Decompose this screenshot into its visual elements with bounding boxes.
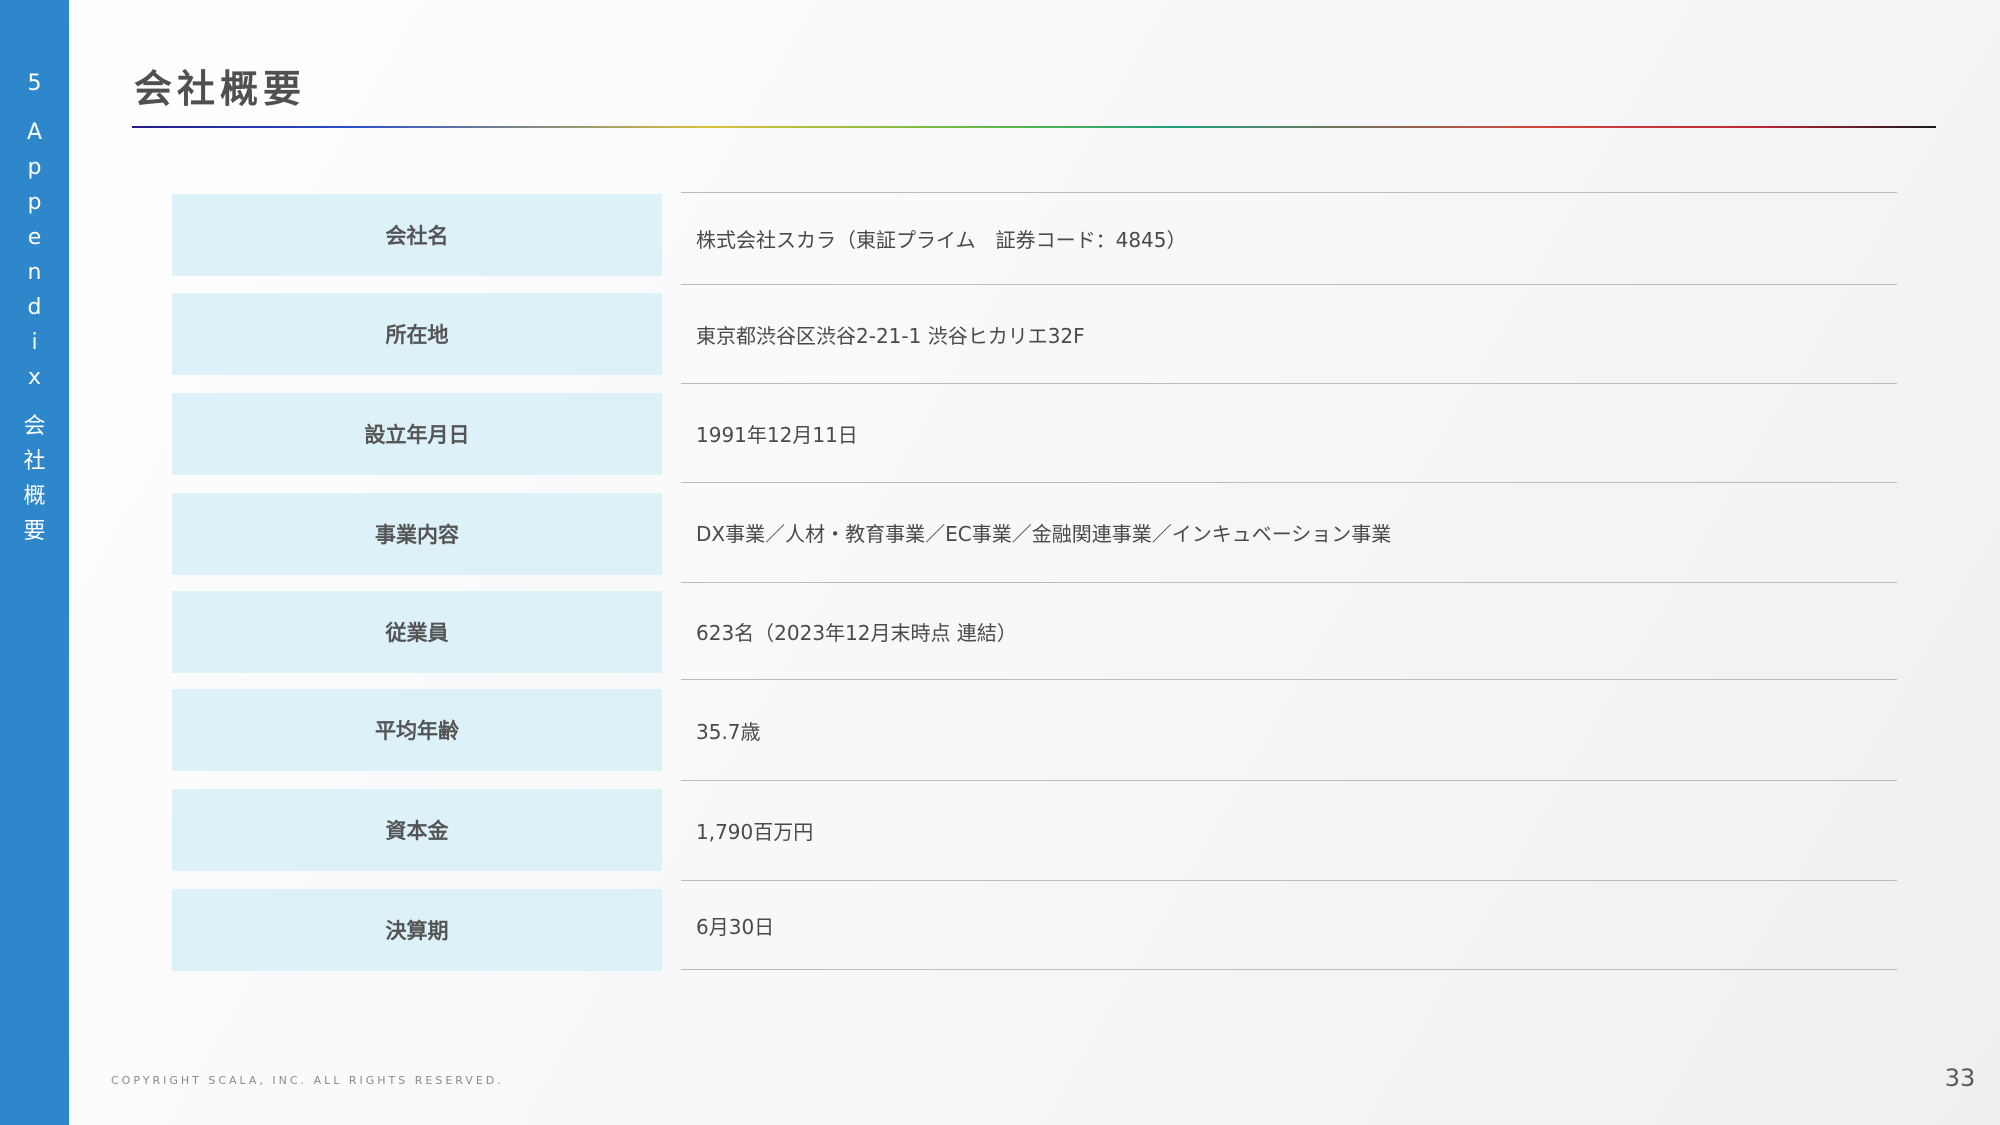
section-name-char: n — [27, 260, 42, 285]
row-value-address: 東京都渋谷区渋谷2-21-1 渋谷ヒカリエ32F — [681, 284, 1897, 383]
section-name-char: p — [27, 155, 42, 180]
row-value-average-age: 35.7歳 — [681, 679, 1897, 780]
row-value-fiscal-year-end: 6月30日 — [681, 880, 1897, 969]
section-name-char: e — [27, 225, 42, 250]
row-label-company-name: 会社名 — [172, 194, 662, 276]
page-number: 33 — [1944, 1064, 1976, 1092]
sidebar: 5 A p p e n d i x 会 社 概 要 — [0, 0, 69, 1125]
row-label-average-age: 平均年齢 — [172, 689, 662, 771]
row-label-employees: 従業員 — [172, 591, 662, 673]
row-label-founded: 設立年月日 — [172, 393, 662, 475]
row-value-capital: 1,790百万円 — [681, 780, 1897, 880]
row-label-address: 所在地 — [172, 293, 662, 375]
table-bottom-divider — [681, 969, 1897, 970]
section-name-char: A — [26, 120, 43, 145]
section-name-char: i — [31, 330, 38, 355]
row-value-business: DX事業／人材・教育事業／EC事業／金融関連事業／インキュベーション事業 — [681, 482, 1897, 582]
section-name-char: p — [27, 190, 42, 215]
row-label-fiscal-year-end: 決算期 — [172, 889, 662, 971]
section-number: 5 — [27, 71, 42, 96]
section-title-char: 概 — [23, 484, 46, 509]
section-title-char: 会 — [23, 414, 46, 439]
section-title-char: 社 — [23, 449, 46, 474]
sidebar-section-label: 5 A p p e n d i x 会 社 概 要 — [0, 66, 69, 549]
row-value-company-name: 株式会社スカラ（東証プライム 証券コード：4845） — [681, 192, 1897, 284]
title-divider — [132, 126, 1936, 128]
section-title-char: 要 — [23, 519, 46, 544]
row-label-capital: 資本金 — [172, 789, 662, 871]
row-value-founded: 1991年12月11日 — [681, 383, 1897, 482]
section-name-char: d — [27, 295, 42, 320]
page-title: 会社概要 — [134, 67, 307, 111]
copyright: COPYRIGHT SCALA, INC. ALL RIGHTS RESERVE… — [111, 1074, 504, 1087]
row-label-business: 事業内容 — [172, 493, 662, 575]
row-value-employees: 623名（2023年12月末時点 連結） — [681, 582, 1897, 679]
section-name-char: x — [27, 365, 42, 390]
